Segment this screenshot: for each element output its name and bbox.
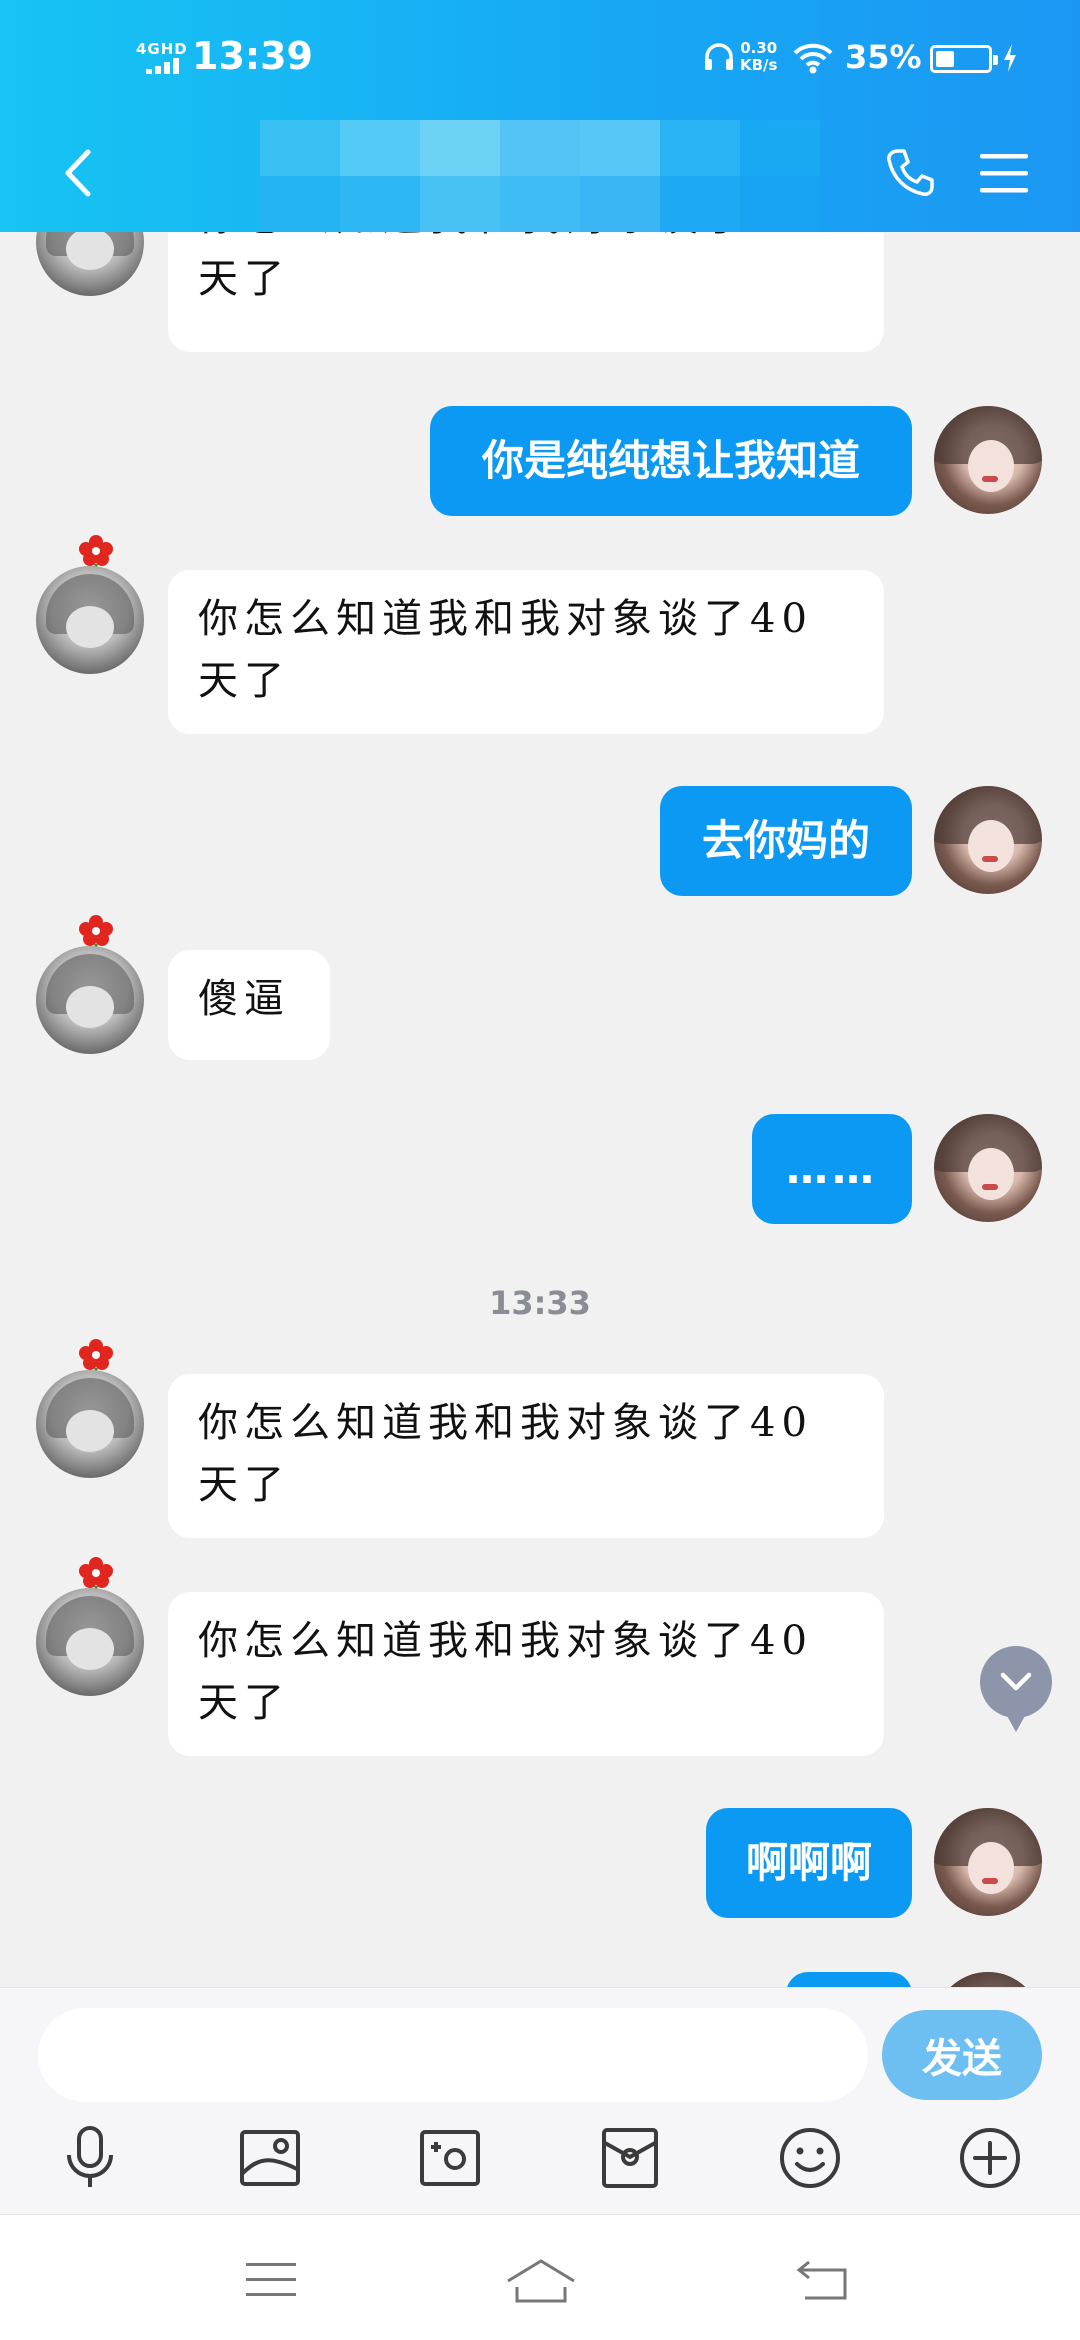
battery-percent: 35%	[845, 38, 922, 76]
message-bubble-sent[interactable]: ……	[752, 1114, 912, 1224]
headphones-icon	[705, 43, 733, 70]
back-button[interactable]	[52, 138, 102, 208]
contact-avatar[interactable]	[36, 566, 144, 674]
message-bubble-sent[interactable]: 啊啊啊	[706, 1808, 912, 1918]
contact-avatar[interactable]	[36, 232, 144, 296]
red-packet-button[interactable]	[590, 2118, 670, 2198]
battery-icon	[930, 45, 998, 73]
send-button[interactable]: 发送	[882, 2010, 1042, 2100]
image-icon	[240, 2130, 300, 2186]
network-speed: 0.30 KB/s	[740, 40, 777, 74]
red-packet-icon	[602, 2128, 658, 2188]
composer-toolbar	[0, 2118, 1080, 2208]
my-avatar[interactable]	[934, 1972, 1042, 1987]
home-icon	[507, 2259, 575, 2303]
system-navigation-bar	[0, 2214, 1080, 2340]
voice-button[interactable]	[50, 2118, 130, 2198]
message-bubble-received[interactable]: 你怎么知道我和我对象谈了40天了	[168, 1374, 884, 1538]
network-type: 4GHD	[136, 40, 188, 58]
contact-avatar[interactable]	[36, 946, 144, 1054]
nav-bar	[0, 120, 1080, 232]
plus-icon	[960, 2128, 1020, 2188]
message-bubble-sent[interactable]: 去你妈的	[660, 786, 912, 896]
camera-button[interactable]	[410, 2118, 490, 2198]
contact-name-redacted	[260, 120, 820, 232]
time-divider: 13:33	[489, 1284, 591, 1322]
call-button[interactable]	[880, 138, 940, 208]
emoji-icon	[780, 2128, 840, 2188]
more-button[interactable]	[950, 2118, 1030, 2198]
chevron-left-icon	[65, 149, 91, 197]
signal-icon	[146, 58, 184, 74]
message-bubble-sent[interactable]	[786, 1972, 912, 1987]
composer: 发送	[0, 1987, 1080, 2214]
my-avatar[interactable]	[934, 1114, 1042, 1222]
my-avatar[interactable]	[934, 786, 1042, 894]
contact-avatar[interactable]	[36, 1370, 144, 1478]
status-time: 13:39	[192, 34, 313, 78]
speed-unit: KB/s	[740, 56, 778, 74]
charging-icon	[1004, 44, 1016, 72]
app-header: 4GHD 13:39 0.30 KB/s 35%	[0, 0, 1080, 232]
message-bubble-received[interactable]: 你怎么知道我和我对象谈了40天了	[168, 1592, 884, 1756]
photo-button[interactable]	[230, 2118, 310, 2198]
my-avatar[interactable]	[934, 406, 1042, 514]
wifi-icon	[793, 43, 833, 74]
home-button[interactable]	[496, 2245, 586, 2315]
chat-screen: 4GHD 13:39 0.30 KB/s 35% 天了 你是纯纯想让我知道 你怎…	[0, 0, 1080, 2340]
back-system-button[interactable]	[778, 2245, 868, 2315]
message-bubble-received[interactable]: 傻逼	[168, 950, 330, 1060]
message-bubble-received[interactable]: 你怎么知道我和我对象谈了40天了	[168, 232, 884, 352]
camera-icon	[420, 2130, 480, 2186]
status-bar: 4GHD 13:39 0.30 KB/s 35%	[0, 0, 1080, 120]
back-arrow-icon	[796, 2260, 847, 2300]
chevron-down-icon	[1000, 1672, 1032, 1691]
message-bubble-received[interactable]: 你怎么知道我和我对象谈了40天了	[168, 570, 884, 734]
menu-button[interactable]	[974, 138, 1034, 208]
message-input[interactable]	[38, 2008, 868, 2102]
battery-fill	[936, 51, 954, 67]
my-avatar[interactable]	[934, 1808, 1042, 1916]
recents-menu-icon	[246, 2263, 296, 2296]
message-list[interactable]: 你怎么知道我和我对象谈了40天了 你是纯纯想让我知道 你怎么知道我和我对象谈了4…	[0, 232, 1080, 1987]
message-bubble-sent[interactable]: 你是纯纯想让我知道	[430, 406, 912, 516]
microphone-icon	[67, 2126, 113, 2187]
phone-icon	[887, 149, 934, 196]
scroll-to-bottom-button[interactable]	[980, 1646, 1052, 1732]
speed-value: 0.30	[740, 39, 778, 57]
emoji-button[interactable]	[770, 2118, 850, 2198]
hamburger-menu-icon	[980, 154, 1028, 193]
recent-apps-button[interactable]	[226, 2245, 316, 2315]
contact-avatar[interactable]	[36, 1588, 144, 1696]
